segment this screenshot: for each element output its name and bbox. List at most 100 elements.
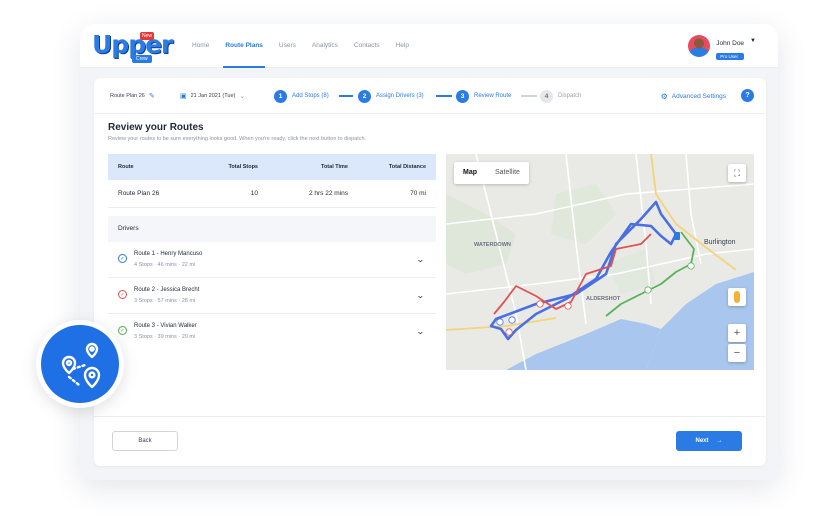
route-review-panel: Route Plan 26 ✎ ▣ 21 Jan 2021 (Tue) ⌄ 1 … [94, 78, 766, 466]
zoom-in-button[interactable]: + [728, 324, 746, 342]
driver-stops: 4 Stops [134, 262, 153, 268]
user-name: John Doe [716, 40, 745, 47]
map-stop-marker[interactable] [564, 302, 572, 310]
driver-row-3[interactable]: ✓ Route 3 - Vivian Walker 3 Stops · 39 m… [108, 314, 436, 350]
step-connector [436, 95, 452, 97]
chevron-down-icon[interactable]: ⌄ [416, 255, 425, 264]
calendar-icon: ▣ [180, 93, 187, 100]
step-number: 3 [456, 89, 469, 103]
driver-time: 46 mins [157, 262, 177, 268]
header-total-distance: Total Distance [388, 164, 426, 170]
logo-new-tag: New [140, 32, 155, 40]
plan-date: 21 Jan 2021 (Tue) [190, 93, 236, 99]
next-button[interactable]: Next → [676, 431, 742, 451]
step-review-route[interactable]: 3 Review Route [456, 78, 511, 114]
chevron-down-icon[interactable]: ⌄ [416, 327, 425, 336]
driver-stops: 3 Stops [134, 298, 153, 304]
logo-crew-tag: Crew [132, 55, 152, 63]
nav-analytics[interactable]: Analytics [304, 24, 346, 68]
plan-name-field[interactable]: Route Plan 26 ✎ [110, 78, 159, 114]
nav-users[interactable]: Users [271, 24, 304, 68]
nav-contacts[interactable]: Contacts [346, 24, 388, 68]
map-label-aldershot: ALDERSHOT [586, 296, 621, 302]
brand-logo[interactable]: Upper New Crew [92, 30, 173, 63]
panel-footer: Back Next → [94, 416, 766, 466]
fullscreen-icon[interactable]: ⛶ [728, 164, 746, 182]
step-label: Review Route [474, 93, 512, 99]
step-dispatch[interactable]: 4 Dispatch [540, 78, 581, 114]
next-label: Next [695, 438, 709, 444]
caret-down-icon[interactable]: ▼ [750, 38, 756, 44]
chevron-down-icon[interactable]: ⌄ [416, 291, 425, 300]
map-pins-icon [61, 342, 101, 389]
route-map[interactable]: WATERDOWN ALDERSHOT Burlington Map Satel… [446, 154, 754, 370]
driver-name: Route 1 - Henry Mancuso [134, 251, 203, 257]
step-number: 2 [358, 89, 371, 103]
driver-meta: 4 Stops · 46 mins · 22 mi [134, 262, 196, 268]
header-total-time: Total Time [321, 164, 348, 170]
step-label: Add Stops (8) [292, 93, 329, 99]
main-nav: Home Route Plans Users Analytics Contact… [184, 24, 417, 68]
app-window: Upper New Crew Home Route Plans Users An… [80, 24, 778, 480]
date-picker[interactable]: ▣ 21 Jan 2021 (Tue) ⌄ [176, 78, 249, 114]
arrow-right-icon: → [716, 438, 723, 444]
advanced-settings-link[interactable]: ⚙ Advanced Settings [661, 78, 726, 114]
cell-total-time: 2 hrs 22 mins [308, 190, 348, 197]
check-circle-icon: ✓ [118, 290, 127, 299]
cell-total-distance: 70 mi [410, 190, 426, 197]
map-stop-marker[interactable] [505, 328, 513, 336]
map-stop-marker[interactable] [508, 316, 516, 324]
table-row: Route Plan 26 10 2 hrs 22 mins 70 mi [108, 180, 436, 208]
map-stop-marker[interactable] [496, 318, 504, 326]
plan-name: Route Plan 26 [110, 93, 145, 99]
user-menu[interactable]: John Doe Pro User ▼ [688, 30, 756, 62]
step-connector [339, 95, 353, 97]
help-button[interactable]: ? [741, 89, 754, 102]
avatar[interactable] [688, 35, 711, 57]
step-assign-drivers[interactable]: 2 Assign Drivers (3) [358, 78, 424, 114]
pencil-icon[interactable]: ✎ [149, 92, 155, 100]
map-label-waterdown: WATERDOWN [474, 242, 511, 248]
cell-route: Route Plan 26 [118, 190, 160, 197]
driver-distance: 22 mi [181, 262, 196, 268]
step-connector [521, 95, 537, 97]
map-tab-satellite[interactable]: Satellite [486, 162, 529, 184]
page-title: Review your Routes [108, 122, 204, 133]
driver-stops: 3 Stops [134, 334, 153, 340]
advanced-settings-label: Advanced Settings [671, 92, 726, 100]
check-circle-icon: ✓ [118, 254, 127, 263]
step-bar: Route Plan 26 ✎ ▣ 21 Jan 2021 (Tue) ⌄ 1 … [94, 78, 766, 114]
step-add-stops[interactable]: 1 Add Stops (8) [274, 78, 329, 114]
map-label-burlington: Burlington [704, 239, 736, 246]
map-stop-marker[interactable] [536, 300, 544, 308]
driver-meta: 3 Stops · 57 mins · 28 mi [134, 298, 196, 304]
nav-home[interactable]: Home [184, 24, 217, 68]
back-button[interactable]: Back [112, 431, 178, 451]
table-header: Route Total Stops Total Time Total Dista… [108, 154, 436, 180]
gear-icon: ⚙ [660, 91, 668, 101]
driver-distance: 28 mi [181, 298, 196, 304]
step-label: Dispatch [558, 93, 582, 99]
drivers-list: Drivers ✓ Route 1 - Henry Mancuso 4 Stop… [108, 216, 436, 350]
driver-time: 57 mins [157, 298, 177, 304]
pro-user-badge: Pro User [716, 53, 745, 60]
route-summary-table: Route Total Stops Total Time Total Dista… [108, 154, 436, 208]
driver-name: Route 2 - Jessica Brecht [134, 287, 200, 293]
header-route: Route [118, 164, 134, 170]
map-tab-map[interactable]: Map [454, 162, 486, 184]
driver-distance: 20 mi [181, 334, 196, 340]
driver-row-2[interactable]: ✓ Route 2 - Jessica Brecht 3 Stops · 57 … [108, 278, 436, 314]
top-navbar: Upper New Crew Home Route Plans Users An… [80, 24, 778, 68]
zoom-out-button[interactable]: − [728, 344, 746, 362]
driver-row-1[interactable]: ✓ Route 1 - Henry Mancuso 4 Stops · 46 m… [108, 242, 436, 278]
driver-meta: 3 Stops · 39 mins · 20 mi [134, 334, 196, 340]
map-depot-marker[interactable] [674, 232, 680, 240]
nav-route-plans[interactable]: Route Plans [217, 24, 271, 68]
map-canvas: WATERDOWN ALDERSHOT Burlington [446, 154, 754, 370]
map-stop-marker[interactable] [687, 262, 695, 270]
nav-help[interactable]: Help [388, 24, 417, 68]
map-stop-marker[interactable] [644, 286, 652, 294]
route-pins-badge [36, 320, 124, 408]
pegman-icon[interactable] [728, 288, 746, 306]
header-total-stops: Total Stops [228, 164, 258, 170]
